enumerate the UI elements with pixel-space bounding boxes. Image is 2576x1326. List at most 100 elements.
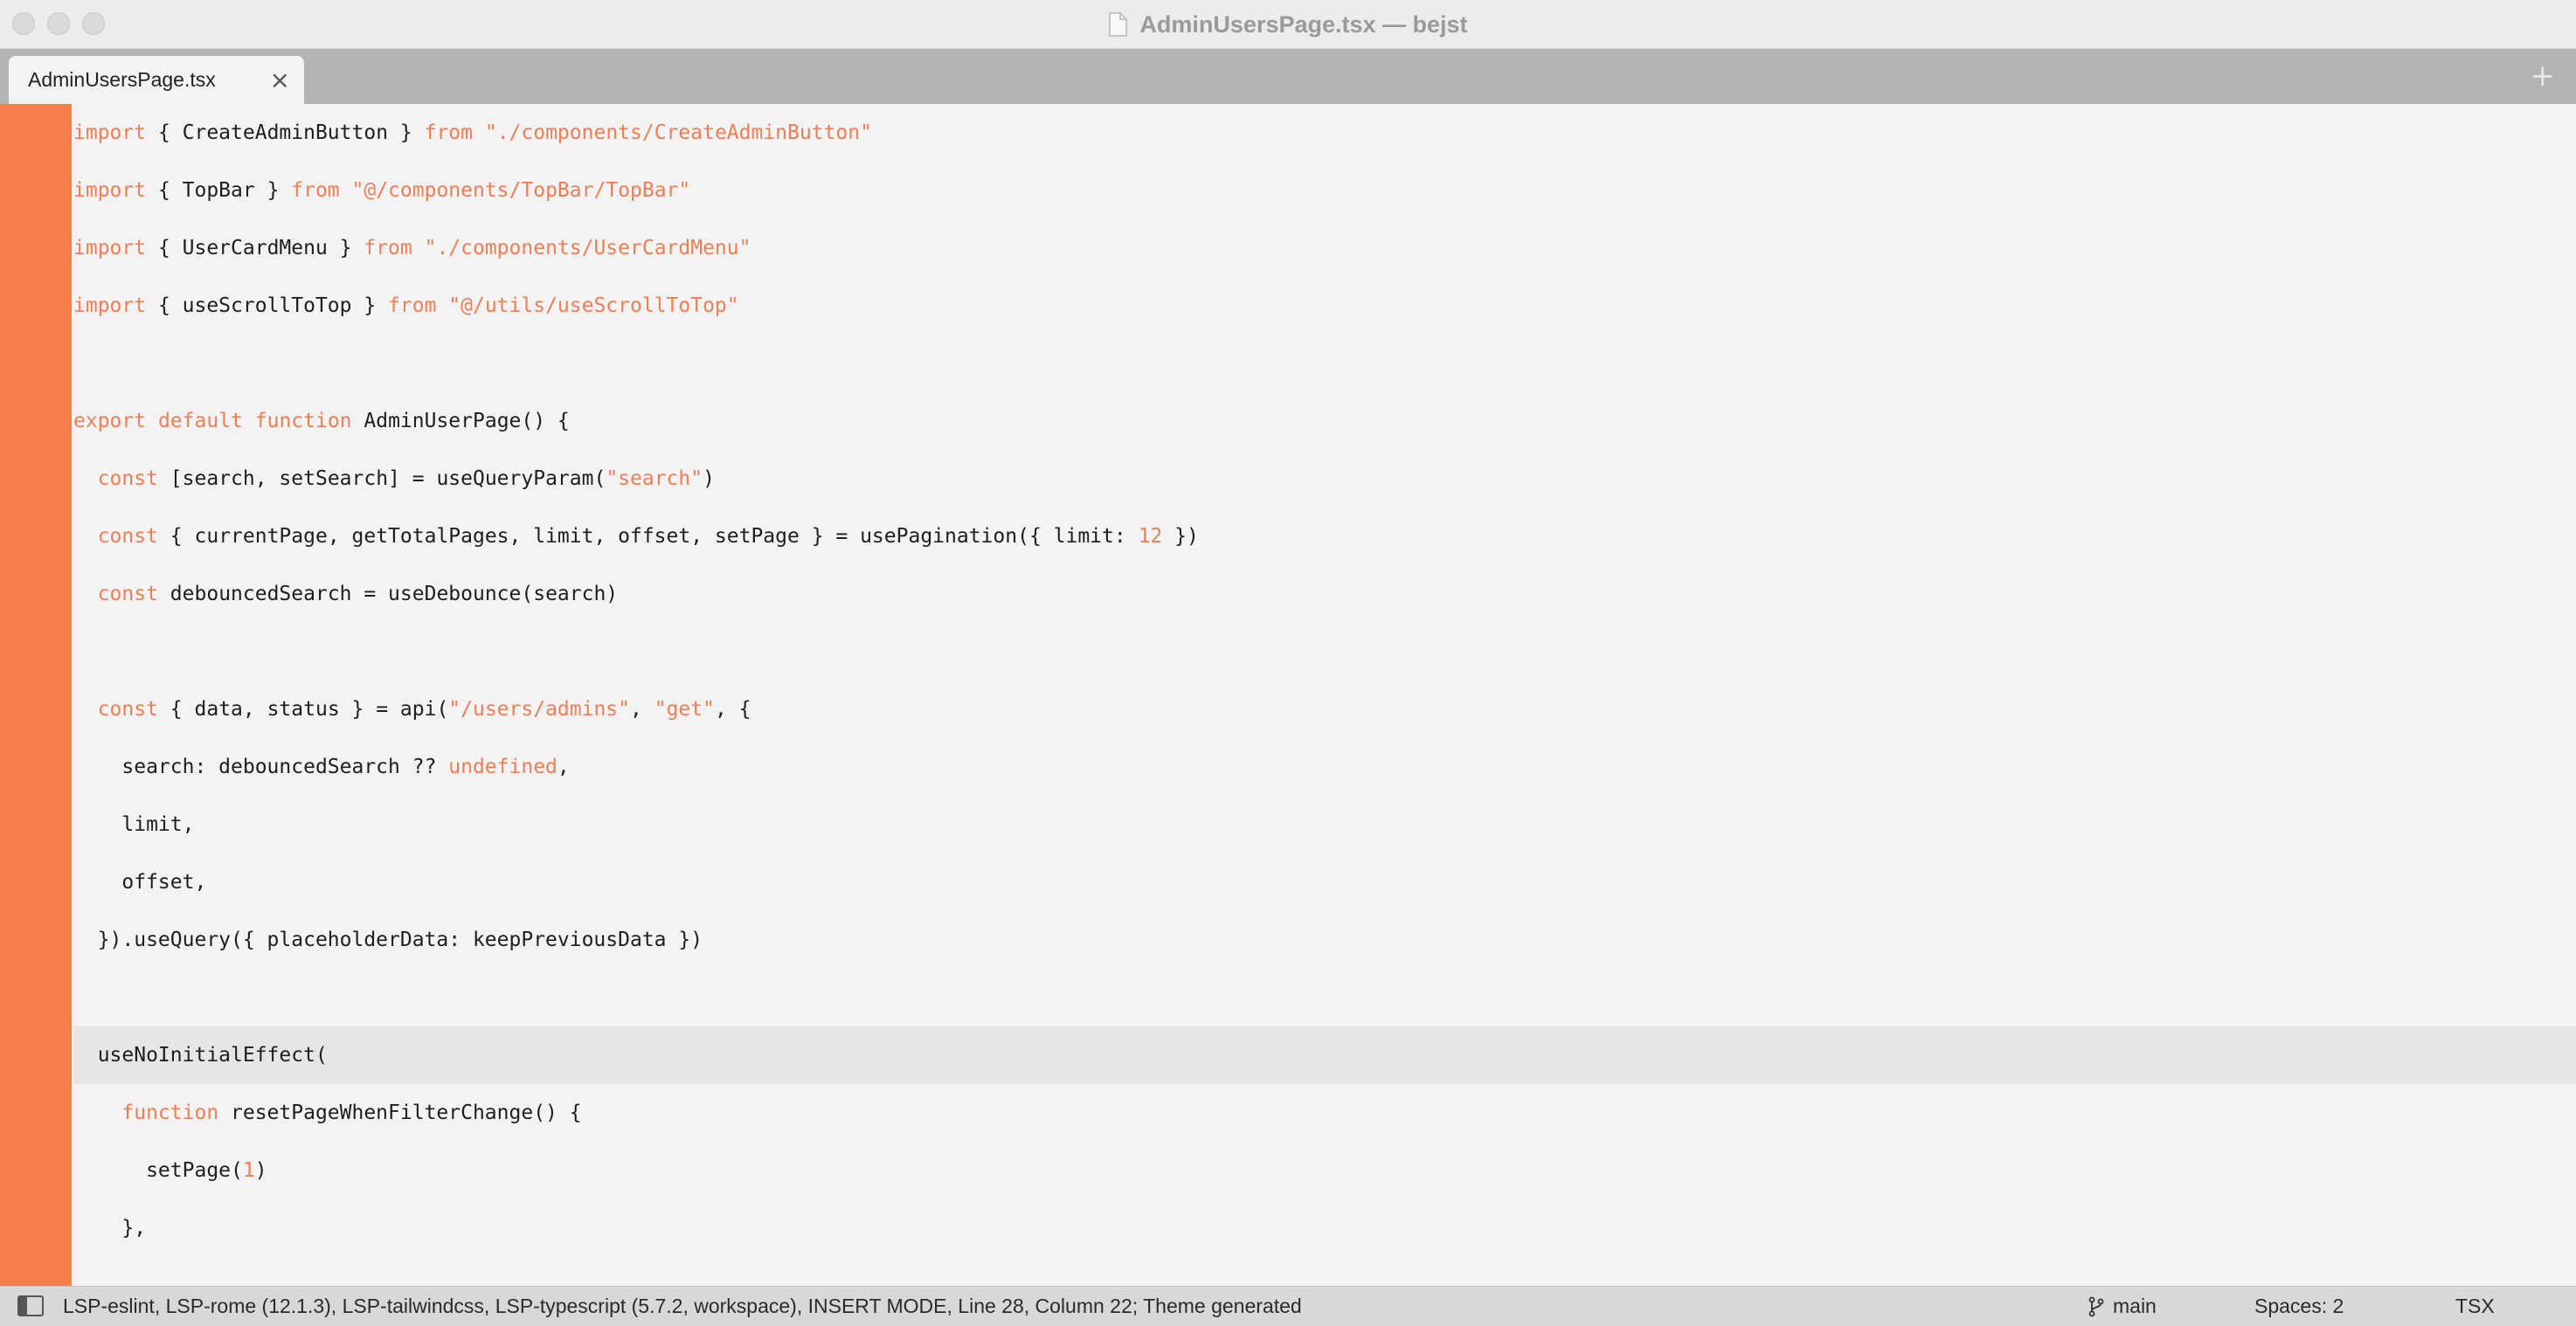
indentation-setting[interactable]: Spaces: 2	[2254, 1287, 2344, 1326]
branch-name: main	[2113, 1295, 2157, 1317]
code-token: })	[1162, 525, 1199, 548]
code-token: { TopBar }	[146, 179, 292, 202]
keyword-token: function	[121, 1102, 219, 1124]
code-line[interactable]: import { CreateAdminButton } from "./com…	[73, 104, 2576, 162]
code-token: AdminUserPage() {	[351, 410, 570, 432]
code-token: },	[73, 1217, 147, 1240]
code-token: ,	[557, 756, 570, 778]
code-line[interactable]: import { useScrollToTop } from "@/utils/…	[73, 277, 2576, 335]
code-editor[interactable]: import { CreateAdminButton } from "./com…	[0, 104, 2576, 1286]
code-line[interactable]	[73, 623, 2576, 680]
keyword-token: from	[291, 179, 340, 202]
keyword-token: from	[388, 294, 437, 317]
code-token: [search, setSearch] = useQueryParam(	[157, 467, 606, 490]
title-container: AdminUsersPage.tsx — bejst	[0, 0, 2576, 49]
code-line[interactable]: export default function AdminUserPage() …	[73, 392, 2576, 450]
code-line[interactable]: const { data, status } = api("/users/adm…	[73, 680, 2576, 738]
code-token: { CreateAdminButton }	[146, 121, 425, 144]
tab-label: AdminUsersPage.tsx	[28, 68, 216, 91]
status-message: LSP-eslint, LSP-rome (12.1.3), LSP-tailw…	[63, 1295, 1302, 1317]
tab-admin-users-page[interactable]: AdminUsersPage.tsx ×	[9, 56, 304, 104]
string-token: "./components/CreateAdminButton"	[484, 121, 872, 144]
code-line[interactable]	[73, 335, 2576, 392]
code-line[interactable]: const { currentPage, getTotalPages, limi…	[73, 508, 2576, 565]
code-token: )	[254, 1159, 267, 1182]
code-token: debouncedSearch = useDebounce(search)	[157, 583, 619, 605]
string-token: "search"	[606, 467, 703, 490]
code-line[interactable]: const [search, setSearch] = useQueryPara…	[73, 450, 2576, 508]
keyword-token: const	[97, 583, 158, 605]
code-token: setPage(	[73, 1159, 243, 1182]
sidebar-toggle-icon[interactable]	[17, 1295, 44, 1316]
code-token: }).useQuery({ placeholderData: keepPrevi…	[73, 929, 703, 951]
code-line[interactable]: import { UserCardMenu } from "./componen…	[73, 219, 2576, 277]
syntax-selector[interactable]: TSX	[2455, 1287, 2495, 1326]
code-token: limit,	[73, 813, 195, 836]
code-token: ,	[630, 698, 654, 721]
string-token: "/users/admins"	[448, 698, 631, 721]
git-branch-icon	[2088, 1296, 2104, 1316]
code-line[interactable]: },	[73, 1199, 2576, 1257]
new-tab-icon[interactable]: +	[2531, 49, 2556, 104]
code-line[interactable]: }).useQuery({ placeholderData: keepPrevi…	[73, 911, 2576, 969]
code-token: search: debouncedSearch ??	[73, 756, 449, 778]
code-line[interactable]: import { TopBar } from "@/components/Top…	[73, 162, 2576, 219]
code-line[interactable]: search: debouncedSearch ?? undefined,	[73, 738, 2576, 796]
code-token: )	[703, 467, 715, 490]
string-token: "@/utils/useScrollToTop"	[448, 294, 739, 317]
keyword-token: import	[73, 294, 147, 317]
code-token: { useScrollToTop }	[146, 294, 389, 317]
status-bar: LSP-eslint, LSP-rome (12.1.3), LSP-tailw…	[0, 1286, 2576, 1326]
code-token: useNoInitialEffect(	[73, 1044, 328, 1067]
code-line[interactable]: setPage(1)	[73, 1142, 2576, 1199]
code-token: { data, status } = api(	[157, 698, 449, 721]
code-line[interactable]: function resetPageWhenFilterChange() {	[73, 1084, 2576, 1142]
code-area[interactable]: import { CreateAdminButton } from "./com…	[73, 104, 2576, 1257]
keyword-token: const	[97, 698, 158, 721]
string-token: "@/components/TopBar/TopBar"	[351, 179, 691, 202]
keyword-token: import	[73, 121, 147, 144]
document-icon	[1108, 12, 1128, 37]
close-tab-icon[interactable]: ×	[270, 56, 290, 104]
editor-window: AdminUsersPage.tsx — bejst AdminUsersPag…	[0, 0, 2576, 1326]
code-token: , {	[714, 698, 751, 721]
keyword-token: export	[73, 410, 147, 432]
gutter	[0, 104, 72, 1286]
keyword-token: import	[73, 237, 147, 259]
keyword-token: from	[424, 121, 473, 144]
code-token: resetPageWhenFilterChange() {	[218, 1102, 582, 1124]
keyword-token: default	[157, 410, 243, 432]
number-token: 1	[242, 1159, 255, 1182]
code-token: { UserCardMenu }	[146, 237, 364, 259]
window-title: AdminUsersPage.tsx — bejst	[1139, 10, 1468, 38]
code-line[interactable]: const debouncedSearch = useDebounce(sear…	[73, 565, 2576, 623]
code-line[interactable]	[73, 969, 2576, 1026]
keyword-token: undefined	[448, 756, 557, 778]
keyword-token: from	[364, 237, 412, 259]
code-line[interactable]: useNoInitialEffect(	[73, 1026, 2576, 1084]
tab-bar: AdminUsersPage.tsx × +	[0, 49, 2576, 104]
title-bar: AdminUsersPage.tsx — bejst	[0, 0, 2576, 49]
keyword-token: import	[73, 179, 147, 202]
code-token: { currentPage, getTotalPages, limit, off…	[157, 525, 1139, 548]
code-line[interactable]: limit,	[73, 796, 2576, 853]
string-token: "./components/UserCardMenu"	[424, 237, 751, 259]
string-token: "get"	[654, 698, 715, 721]
keyword-token: const	[97, 467, 158, 490]
code-line[interactable]: offset,	[73, 853, 2576, 911]
code-token: offset,	[73, 871, 207, 894]
number-token: 12	[1138, 525, 1163, 548]
git-branch[interactable]: main	[2088, 1287, 2157, 1326]
keyword-token: const	[97, 525, 158, 548]
